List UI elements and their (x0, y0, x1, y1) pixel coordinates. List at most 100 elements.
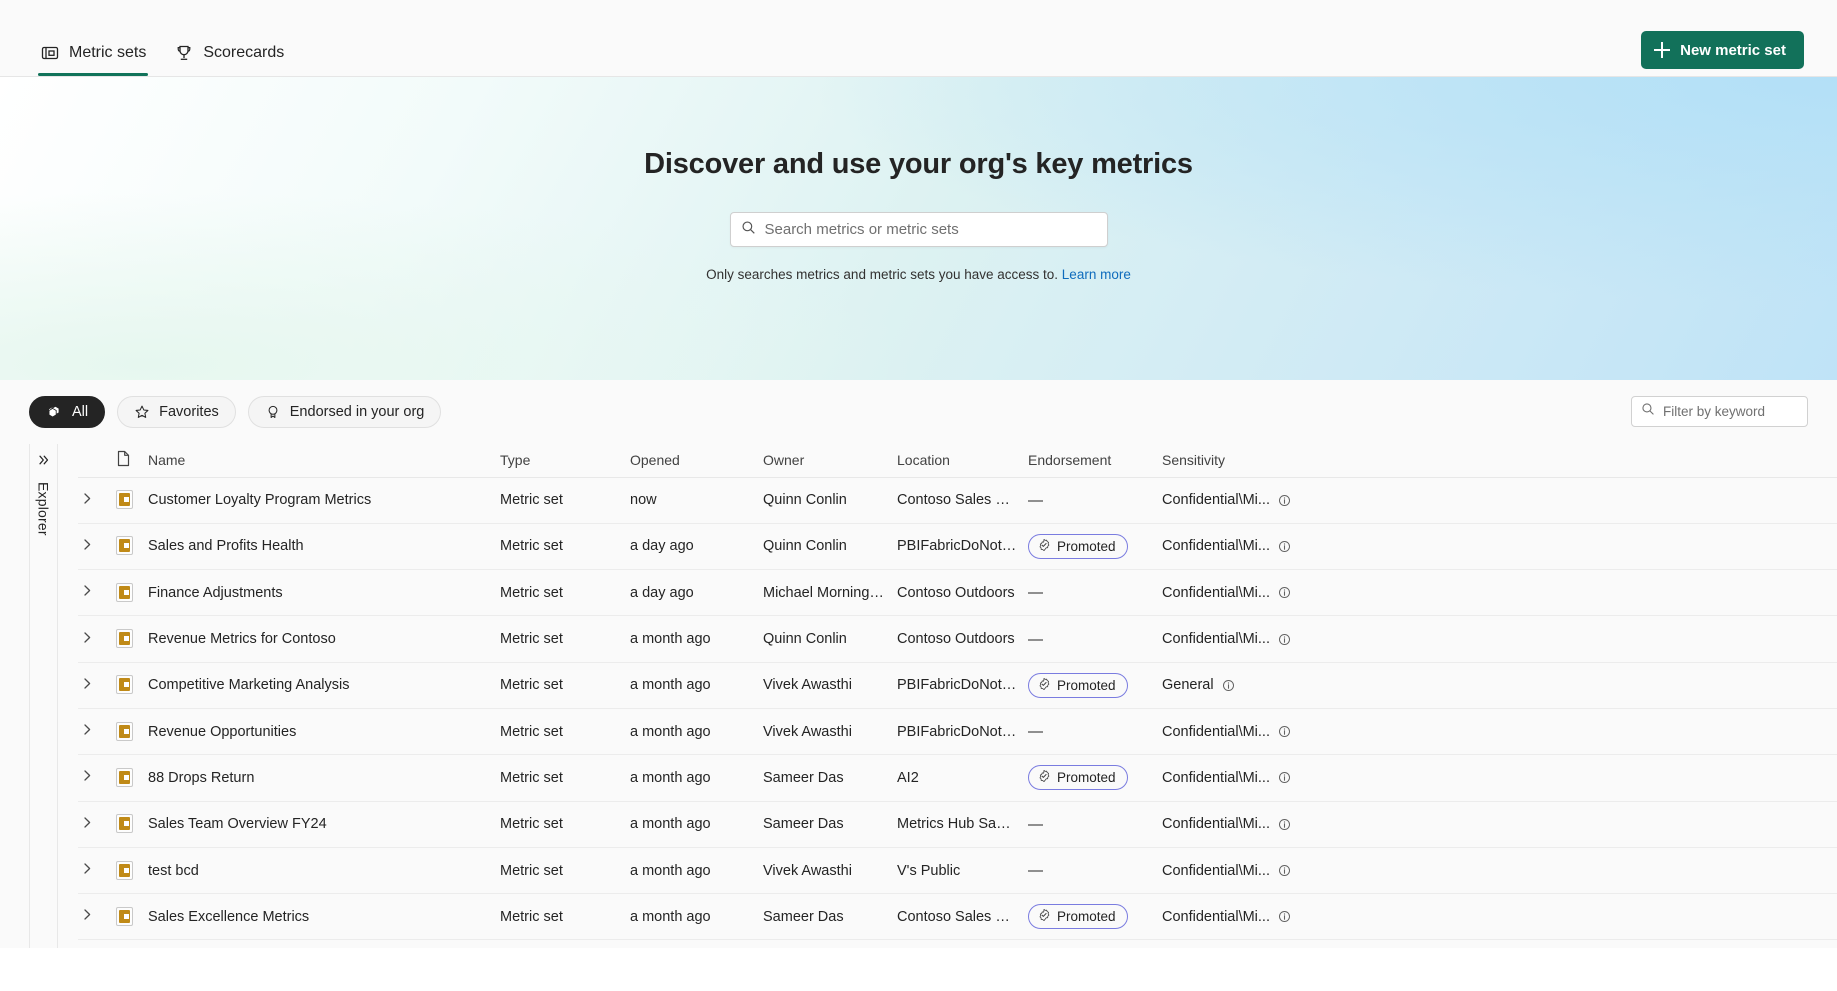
row-name-cell[interactable]: Revenue Opportunities (148, 708, 500, 756)
sensitivity-info-icon[interactable] (1278, 725, 1291, 738)
keyword-filter-input[interactable] (1663, 404, 1837, 419)
status-badge-promoted[interactable]: Promoted (1028, 672, 1128, 698)
row-expand-chevron[interactable] (78, 812, 97, 837)
filter-pill-all-label: All (72, 404, 89, 420)
row-name[interactable]: Sales Excellence Metrics (148, 909, 500, 925)
row-type-cell: Metric set (500, 615, 630, 663)
sensitivity-info-icon[interactable] (1278, 586, 1291, 599)
header-opened[interactable]: Opened (630, 444, 763, 478)
filter-pill-all[interactable]: All (29, 396, 106, 428)
row-name-cell[interactable]: Sales Team Overview FY24 (148, 801, 500, 848)
tab-metric-sets[interactable]: Metric sets (26, 43, 160, 76)
row-expand-cell[interactable] (78, 662, 116, 709)
row-name-cell[interactable]: test bcd (148, 847, 500, 895)
row-expand-chevron[interactable] (78, 765, 97, 790)
sensitivity-info-icon[interactable] (1278, 771, 1291, 784)
tab-list: Metric sets Scorecards (26, 43, 298, 76)
header-owner[interactable]: Owner (763, 444, 897, 478)
table-row[interactable]: Sales Excellence Metrics Metric set a mont… (78, 893, 1837, 941)
row-expand-chevron[interactable] (78, 719, 97, 744)
row-type-cell: Metric set (500, 569, 630, 617)
row-expand-cell[interactable] (78, 523, 116, 571)
row-location: AI2 (897, 769, 919, 786)
row-name[interactable]: Sales Team Overview FY24 (148, 816, 500, 832)
row-expand-cell[interactable] (78, 615, 116, 663)
row-name[interactable]: 88 Drops Return (148, 770, 500, 786)
header-type[interactable]: Type (500, 444, 630, 478)
row-name[interactable]: Customer Loyalty Program Metrics (148, 492, 500, 508)
row-expand-cell[interactable] (78, 708, 116, 756)
metric-set-item-icon (116, 767, 133, 787)
sensitivity-info-icon[interactable] (1278, 633, 1291, 646)
row-name-cell[interactable]: Sales and Profits Health (148, 523, 500, 571)
table-row[interactable]: 88 Drops Return Metric set a month ago Same… (78, 754, 1837, 802)
row-name-cell[interactable]: Customer Loyalty Program Metrics (148, 477, 500, 524)
row-expand-chevron[interactable] (78, 534, 97, 559)
new-metric-set-button[interactable]: New metric set (1641, 31, 1804, 69)
row-expand-chevron[interactable] (78, 904, 97, 929)
sensitivity-info-icon[interactable] (1278, 540, 1291, 553)
row-name[interactable]: Revenue Metrics for Contoso (148, 631, 500, 647)
row-endorsement-cell: Promoted (1028, 893, 1162, 941)
table-row[interactable]: Sales Team Overview FY24 Metric set a mont… (78, 801, 1837, 848)
hero-search-box[interactable] (729, 212, 1108, 247)
table-row[interactable]: Revenue Opportunities Metric set a month a… (78, 708, 1837, 756)
row-name-cell[interactable]: 88 Drops Return (148, 754, 500, 802)
row-location-cell: Contoso Outdoors (897, 615, 1028, 663)
table-row[interactable]: Competitive Marketing Analysis Metric set… (78, 662, 1837, 709)
header-sensitivity[interactable]: Sensitivity (1162, 444, 1837, 478)
table-row[interactable]: Finance Adjustments Metric set a day ago Mi… (78, 569, 1837, 617)
filter-pill-favorites[interactable]: Favorites (117, 396, 236, 428)
row-expand-cell[interactable] (78, 893, 116, 941)
filter-pill-endorsed-label: Endorsed in your org (289, 404, 425, 420)
row-name-cell[interactable]: Revenue Metrics for Contoso (148, 615, 500, 663)
row-name-cell[interactable]: Competitive Marketing Analysis (148, 662, 500, 709)
row-expand-chevron[interactable] (78, 673, 97, 698)
header-endorsement[interactable]: Endorsement (1028, 444, 1162, 478)
row-expand-cell[interactable] (78, 477, 116, 524)
row-expand-cell[interactable] (78, 801, 116, 848)
row-expand-chevron[interactable] (78, 488, 97, 513)
header-name[interactable]: Name (148, 444, 500, 478)
sensitivity-info-icon[interactable] (1222, 679, 1235, 692)
row-name-cell[interactable]: Sales Excellence Metrics (148, 893, 500, 941)
row-expand-chevron[interactable] (78, 627, 97, 652)
sensitivity-info-icon[interactable] (1278, 910, 1291, 923)
row-name-cell[interactable]: Finance Adjustments (148, 569, 500, 617)
row-name[interactable]: test bcd (148, 863, 500, 879)
row-sensitivity: General (1162, 677, 1214, 694)
row-sensitivity: Confidential\Mi... (1162, 862, 1270, 879)
header-location[interactable]: Location (897, 444, 1028, 478)
row-expand-cell[interactable] (78, 569, 116, 617)
row-expand-chevron[interactable] (78, 858, 97, 883)
table-row[interactable]: Sales and Profits Health Metric set a day … (78, 523, 1837, 571)
row-endorsement-cell: — (1028, 708, 1162, 756)
endorsement-check-icon (1037, 538, 1051, 555)
status-badge-promoted[interactable]: Promoted (1028, 765, 1128, 791)
status-badge-promoted[interactable]: Promoted (1028, 533, 1128, 559)
sensitivity-info-icon[interactable] (1278, 818, 1291, 831)
filter-pill-endorsed[interactable]: Endorsed in your org (247, 396, 442, 428)
row-owner: Sameer Das (763, 908, 844, 925)
row-expand-cell[interactable] (78, 754, 116, 802)
row-name[interactable]: Sales and Profits Health (148, 538, 500, 554)
sensitivity-info-icon[interactable] (1278, 494, 1291, 507)
sensitivity-info-icon[interactable] (1278, 864, 1291, 877)
row-name[interactable]: Competitive Marketing Analysis (148, 677, 500, 693)
keyword-filter-box[interactable] (1631, 396, 1837, 427)
row-name[interactable]: Revenue Opportunities (148, 724, 500, 740)
row-type-cell: Metric set (500, 893, 630, 941)
table-row[interactable]: Revenue Metrics for Contoso Metric set a m… (78, 615, 1837, 663)
row-location-cell: PBIFabricDoNotDelete (897, 708, 1028, 756)
table-row[interactable]: test bcd Metric set a month ago Vivek Awast… (78, 847, 1837, 895)
row-expand-cell[interactable] (78, 847, 116, 895)
row-name[interactable]: Finance Adjustments (148, 585, 500, 601)
explorer-panel-toggle[interactable]: Explorer (29, 444, 58, 948)
search-input[interactable] (764, 221, 1097, 238)
learn-more-link[interactable]: Learn more (1062, 267, 1131, 282)
status-badge-promoted[interactable]: Promoted (1028, 904, 1128, 930)
table-row[interactable]: Customer Loyalty Program Metrics Metric s… (78, 477, 1837, 524)
row-expand-chevron[interactable] (78, 580, 97, 605)
row-endorsement-cell: Promoted (1028, 523, 1162, 571)
tab-scorecards[interactable]: Scorecards (160, 43, 298, 76)
